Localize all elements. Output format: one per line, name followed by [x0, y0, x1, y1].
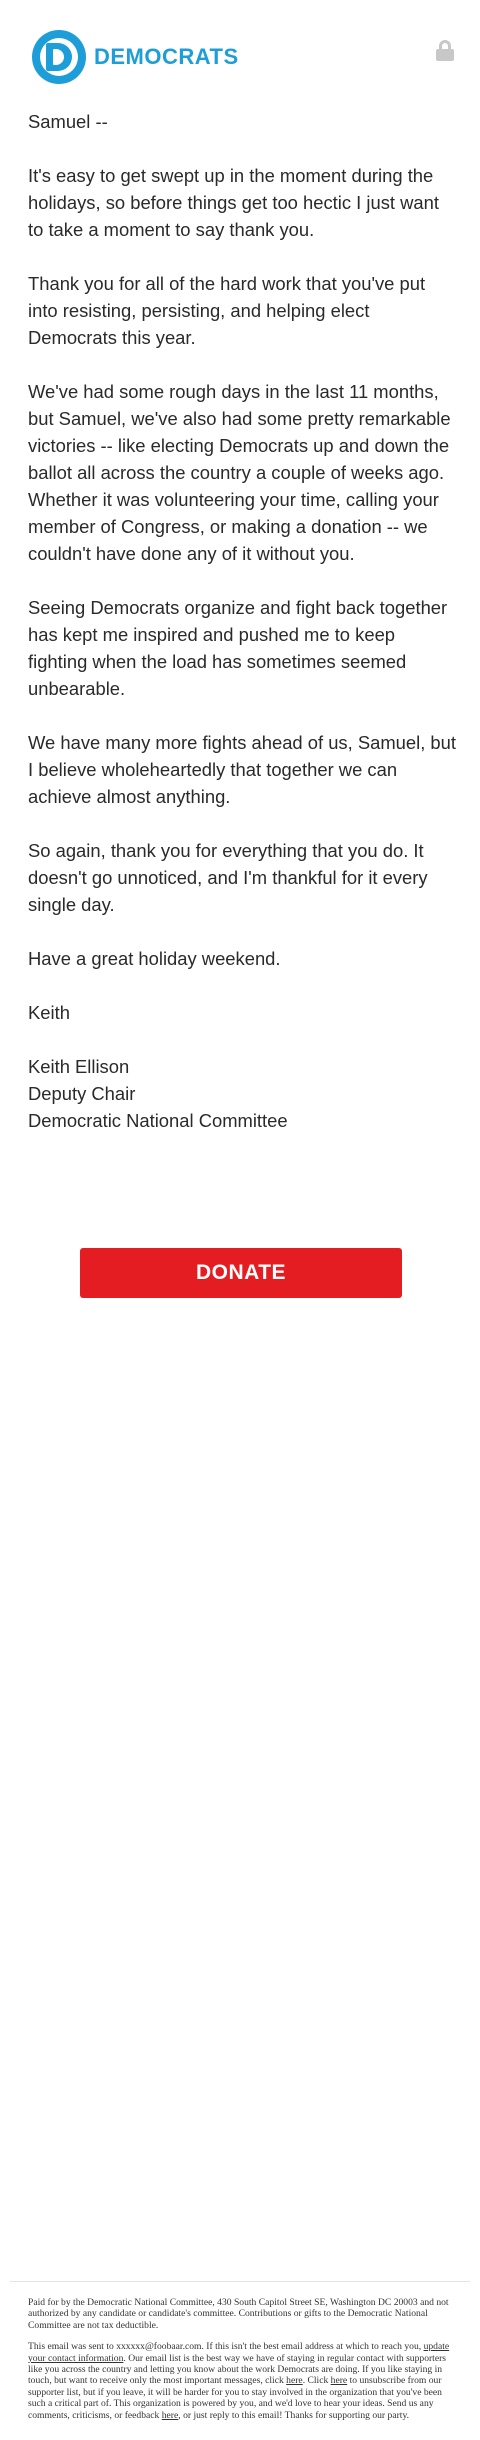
letter-paragraph: Have a great holiday weekend.: [28, 948, 281, 969]
important-messages-link[interactable]: here: [286, 2375, 303, 2386]
letter-paragraph: We have many more fights ahead of us, Sa…: [28, 732, 456, 807]
letter-paragraph: So again, thank you for everything that …: [28, 840, 428, 915]
feedback-link[interactable]: here: [162, 2410, 179, 2421]
signature-title: Deputy Chair: [28, 1083, 136, 1104]
signoff: Keith: [28, 1002, 70, 1023]
letter-paragraph: Thank you for all of the hard work that …: [28, 273, 426, 348]
email-header: DEMOCRATS: [0, 0, 480, 100]
letter-paragraph: It's easy to get swept up in the moment …: [28, 165, 439, 240]
logo-text: DEMOCRATS: [94, 44, 239, 69]
unsubscribe-link[interactable]: here: [331, 2375, 348, 2386]
donate-button[interactable]: DONATE: [80, 1248, 402, 1298]
letter-paragraph: We've had some rough days in the last 11…: [28, 381, 451, 564]
letter-paragraph: Seeing Democrats organize and fight back…: [28, 597, 448, 699]
signature-org: Democratic National Committee: [28, 1110, 288, 1131]
signature-block: Keith Ellison Deputy Chair Democratic Na…: [28, 1053, 458, 1134]
paid-for-disclaimer: Paid for by the Democratic National Comm…: [28, 2297, 449, 2331]
lock-icon: [436, 40, 454, 61]
footer-divider: [10, 2281, 470, 2282]
democrats-d-logo-icon: [32, 30, 86, 84]
email-footer: Paid for by the Democratic National Comm…: [28, 2297, 456, 2431]
letter-body: Samuel -- It's easy to get swept up in t…: [28, 108, 458, 1134]
signature-name: Keith Ellison: [28, 1056, 130, 1077]
democrats-logo[interactable]: DEMOCRATS: [32, 30, 239, 84]
subscription-notice: This email was sent to xxxxxx@foobaar.co…: [28, 2341, 450, 2421]
greeting: Samuel --: [28, 111, 108, 132]
